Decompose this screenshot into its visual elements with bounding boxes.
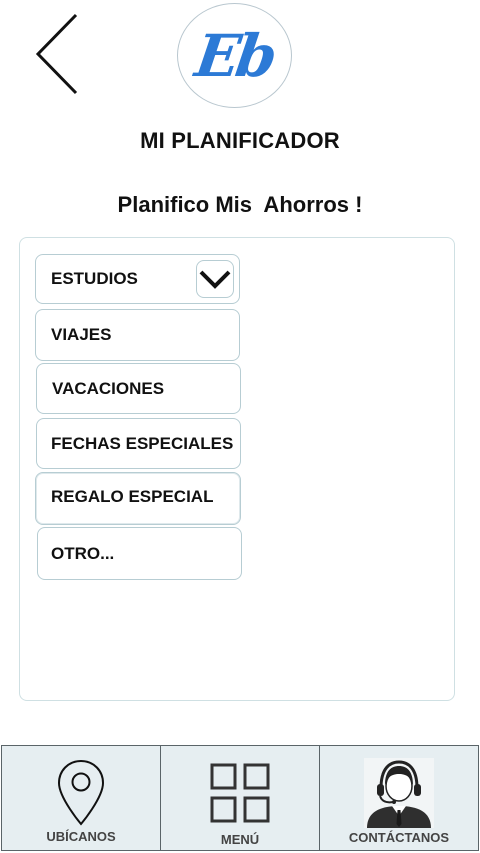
dropdown-toggle-button[interactable]	[196, 260, 234, 298]
back-button[interactable]	[30, 12, 86, 98]
nav-label: CONTÁCTANOS	[348, 830, 450, 845]
option-label: ESTUDIOS	[51, 269, 138, 288]
option-viajes[interactable]: VIAJES	[35, 309, 240, 361]
option-otro[interactable]: OTRO...	[37, 527, 242, 580]
location-pin-icon	[57, 759, 105, 826]
option-label: OTRO...	[51, 543, 115, 563]
options-panel	[19, 237, 455, 701]
nav-menu[interactable]: MENÚ	[161, 746, 320, 850]
page-title: MI PLANIFICADOR	[140, 128, 340, 153]
logo: Eb	[177, 3, 292, 108]
option-regalo-especial[interactable]: REGALO ESPECIAL	[35, 472, 241, 525]
option-estudios[interactable]: ESTUDIOS	[35, 254, 240, 304]
nav-contactanos[interactable]: CONTÁCTANOS	[320, 746, 478, 850]
option-label: FECHAS ESPECIALES	[51, 433, 234, 453]
grid-icon	[210, 763, 270, 823]
page-subtitle: Planifico Mis Ahorros !	[117, 192, 363, 217]
support-agent-icon	[364, 758, 434, 828]
option-label: REGALO ESPECIAL	[51, 487, 214, 506]
bottom-navigation: UBÍCANOS MENÚ CONTÁCTANOS	[1, 745, 479, 851]
nav-label: MENÚ	[220, 832, 260, 847]
option-vacaciones[interactable]: VACACIONES	[36, 363, 241, 414]
option-label: VIAJES	[51, 325, 112, 344]
option-label: VACACIONES	[52, 378, 165, 398]
chevron-left-icon	[35, 13, 78, 95]
logo-text: Eb	[191, 21, 278, 90]
option-fechas-especiales[interactable]: FECHAS ESPECIALES	[36, 418, 241, 469]
chevron-down-icon	[199, 270, 231, 289]
nav-ubicanos[interactable]: UBÍCANOS	[2, 746, 161, 850]
nav-label: UBÍCANOS	[46, 829, 116, 844]
